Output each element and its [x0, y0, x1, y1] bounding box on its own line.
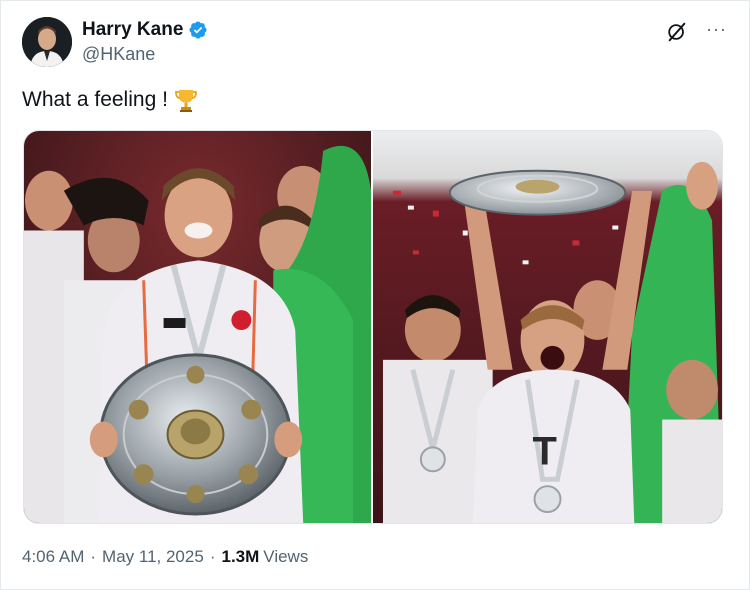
media-grid: T	[23, 130, 723, 524]
views-label: Views	[263, 547, 309, 566]
tweet-date[interactable]: May 11, 2025	[102, 547, 204, 567]
tweet-text: What a feeling !	[22, 87, 198, 113]
more-dots-icon[interactable]: ···	[706, 20, 727, 38]
avatar[interactable]	[22, 17, 72, 67]
meta-separator: ·	[209, 547, 216, 566]
verified-badge-icon[interactable]	[188, 20, 208, 40]
author-display-name[interactable]: Harry Kane	[82, 19, 183, 41]
photo-player-holding-shield[interactable]	[24, 131, 371, 523]
tweet-meta: 4:06 AM · May 11, 2025 · 1.3M Views	[22, 547, 308, 567]
author-names: Harry Kane @HKane	[82, 19, 208, 65]
tweet-body: What a feeling !	[22, 88, 168, 111]
tweet-header: Harry Kane @HKane ···	[22, 17, 727, 69]
header-actions: ···	[666, 20, 727, 43]
trophy-emoji-icon	[174, 87, 198, 113]
author-handle[interactable]: @HKane	[82, 44, 208, 65]
grok-icon[interactable]	[666, 21, 688, 43]
tweet-time[interactable]: 4:06 AM	[22, 547, 84, 567]
meta-separator: ·	[90, 547, 97, 566]
svg-text:T: T	[533, 429, 557, 473]
tweet-card: Harry Kane @HKane ··· What a feeling ! T…	[0, 0, 750, 590]
views-count: 1.3M	[221, 547, 260, 566]
photo-player-lifting-shield[interactable]: T	[373, 131, 722, 523]
